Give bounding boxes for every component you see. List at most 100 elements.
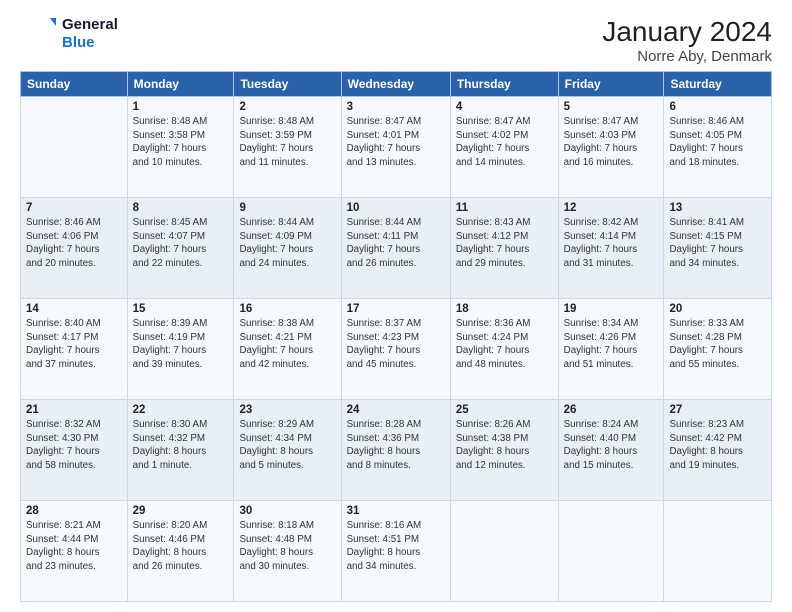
day-info: Sunrise: 8:28 AMSunset: 4:36 PMDaylight:… bbox=[347, 418, 445, 473]
calendar-cell: 2Sunrise: 8:48 AMSunset: 3:59 PMDaylight… bbox=[234, 97, 341, 198]
day-number: 3 bbox=[347, 101, 445, 113]
day-info: Sunrise: 8:26 AMSunset: 4:38 PMDaylight:… bbox=[456, 418, 553, 473]
calendar-cell: 7 Sunrise: 8:46 AMSunset: 4:06 PMDaylight… bbox=[21, 198, 128, 299]
weekday-header: Sunday bbox=[21, 72, 128, 97]
day-info: Sunrise: 8:46 AMSunset: 4:06 PMDaylight:… bbox=[26, 216, 122, 271]
weekday-header: Wednesday bbox=[341, 72, 450, 97]
calendar-cell bbox=[558, 501, 664, 602]
day-number: 1 bbox=[133, 101, 229, 113]
day-info: Sunrise: 8:46 AMSunset: 4:05 PMDaylight:… bbox=[669, 115, 766, 170]
calendar-cell: 24 Sunrise: 8:28 AMSunset: 4:36 PMDayligh… bbox=[341, 400, 450, 501]
weekday-header: Saturday bbox=[664, 72, 772, 97]
day-info: Sunrise: 8:47 AMSunset: 4:02 PMDaylight:… bbox=[456, 115, 553, 170]
day-info: Sunrise: 8:20 AMSunset: 4:46 PMDaylight:… bbox=[133, 519, 229, 574]
weekday-header: Tuesday bbox=[234, 72, 341, 97]
day-info: Sunrise: 8:44 AMSunset: 4:09 PMDaylight:… bbox=[239, 216, 335, 271]
calendar-cell: 19 Sunrise: 8:34 AMSunset: 4:26 PMDayligh… bbox=[558, 299, 664, 400]
calendar-week-row: 21 Sunrise: 8:32 AMSunset: 4:30 PMDayligh… bbox=[21, 400, 772, 501]
day-number: 26 bbox=[564, 404, 659, 416]
calendar-cell: 26Sunrise: 8:24 AMSunset: 4:40 PMDayligh… bbox=[558, 400, 664, 501]
logo-general: General bbox=[62, 16, 118, 34]
calendar-week-row: 28 Sunrise: 8:21 AMSunset: 4:44 PMDayligh… bbox=[21, 501, 772, 602]
calendar-cell: 8 Sunrise: 8:45 AMSunset: 4:07 PMDaylight… bbox=[127, 198, 234, 299]
calendar-cell: 9 Sunrise: 8:44 AMSunset: 4:09 PMDaylight… bbox=[234, 198, 341, 299]
calendar-cell: 23 Sunrise: 8:29 AMSunset: 4:34 PMDayligh… bbox=[234, 400, 341, 501]
calendar-cell: 29 Sunrise: 8:20 AMSunset: 4:46 PMDayligh… bbox=[127, 501, 234, 602]
calendar-cell bbox=[664, 501, 772, 602]
day-number: 18 bbox=[456, 303, 553, 315]
calendar-cell: 17Sunrise: 8:37 AMSunset: 4:23 PMDayligh… bbox=[341, 299, 450, 400]
calendar-cell: 4 Sunrise: 8:47 AMSunset: 4:02 PMDaylight… bbox=[450, 97, 558, 198]
day-info: Sunrise: 8:47 AMSunset: 4:01 PMDaylight:… bbox=[347, 115, 445, 170]
day-info: Sunrise: 8:41 AMSunset: 4:15 PMDaylight:… bbox=[669, 216, 766, 271]
page: General Blue January 2024 Norre Aby, Den… bbox=[0, 0, 792, 612]
logo: General Blue bbox=[20, 16, 118, 52]
calendar-cell: 14 Sunrise: 8:40 AMSunset: 4:17 PMDayligh… bbox=[21, 299, 128, 400]
day-number: 14 bbox=[26, 303, 122, 315]
day-info: Sunrise: 8:43 AMSunset: 4:12 PMDaylight:… bbox=[456, 216, 553, 271]
calendar-cell: 12Sunrise: 8:42 AMSunset: 4:14 PMDayligh… bbox=[558, 198, 664, 299]
day-number: 21 bbox=[26, 404, 122, 416]
day-info: Sunrise: 8:40 AMSunset: 4:17 PMDaylight:… bbox=[26, 317, 122, 372]
calendar-cell: 28 Sunrise: 8:21 AMSunset: 4:44 PMDayligh… bbox=[21, 501, 128, 602]
calendar-cell: 27 Sunrise: 8:23 AMSunset: 4:42 PMDayligh… bbox=[664, 400, 772, 501]
day-number: 27 bbox=[669, 404, 766, 416]
day-number: 20 bbox=[669, 303, 766, 315]
day-number: 2 bbox=[239, 101, 335, 113]
day-number: 25 bbox=[456, 404, 553, 416]
calendar-cell: 21 Sunrise: 8:32 AMSunset: 4:30 PMDayligh… bbox=[21, 400, 128, 501]
calendar-header-row: SundayMondayTuesdayWednesdayThursdayFrid… bbox=[21, 72, 772, 97]
logo-blue: Blue bbox=[62, 34, 118, 52]
calendar-cell: 22Sunrise: 8:30 AMSunset: 4:32 PMDayligh… bbox=[127, 400, 234, 501]
day-info: Sunrise: 8:34 AMSunset: 4:26 PMDaylight:… bbox=[564, 317, 659, 372]
day-number: 16 bbox=[239, 303, 335, 315]
day-info: Sunrise: 8:33 AMSunset: 4:28 PMDaylight:… bbox=[669, 317, 766, 372]
calendar-week-row: 1Sunrise: 8:48 AMSunset: 3:58 PMDaylight… bbox=[21, 97, 772, 198]
day-number: 15 bbox=[133, 303, 229, 315]
day-number: 10 bbox=[347, 202, 445, 214]
day-number: 29 bbox=[133, 505, 229, 517]
day-info: Sunrise: 8:44 AMSunset: 4:11 PMDaylight:… bbox=[347, 216, 445, 271]
day-info: Sunrise: 8:30 AMSunset: 4:32 PMDaylight:… bbox=[133, 418, 229, 473]
day-number: 6 bbox=[669, 101, 766, 113]
calendar-cell: 11Sunrise: 8:43 AMSunset: 4:12 PMDayligh… bbox=[450, 198, 558, 299]
calendar-cell bbox=[21, 97, 128, 198]
calendar-subtitle: Norre Aby, Denmark bbox=[602, 48, 772, 65]
calendar-week-row: 14 Sunrise: 8:40 AMSunset: 4:17 PMDayligh… bbox=[21, 299, 772, 400]
day-info: Sunrise: 8:42 AMSunset: 4:14 PMDaylight:… bbox=[564, 216, 659, 271]
calendar-cell: 5Sunrise: 8:47 AMSunset: 4:03 PMDaylight… bbox=[558, 97, 664, 198]
day-info: Sunrise: 8:38 AMSunset: 4:21 PMDaylight:… bbox=[239, 317, 335, 372]
day-number: 19 bbox=[564, 303, 659, 315]
day-info: Sunrise: 8:39 AMSunset: 4:19 PMDaylight:… bbox=[133, 317, 229, 372]
day-number: 23 bbox=[239, 404, 335, 416]
day-info: Sunrise: 8:32 AMSunset: 4:30 PMDaylight:… bbox=[26, 418, 122, 473]
day-info: Sunrise: 8:36 AMSunset: 4:24 PMDaylight:… bbox=[456, 317, 553, 372]
weekday-header: Monday bbox=[127, 72, 234, 97]
day-info: Sunrise: 8:23 AMSunset: 4:42 PMDaylight:… bbox=[669, 418, 766, 473]
calendar-cell: 13 Sunrise: 8:41 AMSunset: 4:15 PMDayligh… bbox=[664, 198, 772, 299]
calendar-cell: 10 Sunrise: 8:44 AMSunset: 4:11 PMDayligh… bbox=[341, 198, 450, 299]
day-number: 4 bbox=[456, 101, 553, 113]
calendar-week-row: 7 Sunrise: 8:46 AMSunset: 4:06 PMDaylight… bbox=[21, 198, 772, 299]
weekday-header: Friday bbox=[558, 72, 664, 97]
calendar-cell: 16 Sunrise: 8:38 AMSunset: 4:21 PMDayligh… bbox=[234, 299, 341, 400]
calendar-cell: 30Sunrise: 8:18 AMSunset: 4:48 PMDayligh… bbox=[234, 501, 341, 602]
day-info: Sunrise: 8:21 AMSunset: 4:44 PMDaylight:… bbox=[26, 519, 122, 574]
day-number: 7 bbox=[26, 202, 122, 214]
day-number: 13 bbox=[669, 202, 766, 214]
calendar-cell: 18 Sunrise: 8:36 AMSunset: 4:24 PMDayligh… bbox=[450, 299, 558, 400]
day-number: 17 bbox=[347, 303, 445, 315]
day-info: Sunrise: 8:29 AMSunset: 4:34 PMDaylight:… bbox=[239, 418, 335, 473]
day-info: Sunrise: 8:45 AMSunset: 4:07 PMDaylight:… bbox=[133, 216, 229, 271]
day-number: 9 bbox=[239, 202, 335, 214]
calendar-cell: 6 Sunrise: 8:46 AMSunset: 4:05 PMDaylight… bbox=[664, 97, 772, 198]
day-number: 31 bbox=[347, 505, 445, 517]
day-number: 5 bbox=[564, 101, 659, 113]
calendar-cell: 31 Sunrise: 8:16 AMSunset: 4:51 PMDayligh… bbox=[341, 501, 450, 602]
day-number: 8 bbox=[133, 202, 229, 214]
calendar-table: SundayMondayTuesdayWednesdayThursdayFrid… bbox=[20, 71, 772, 602]
day-number: 24 bbox=[347, 404, 445, 416]
weekday-header: Thursday bbox=[450, 72, 558, 97]
day-info: Sunrise: 8:16 AMSunset: 4:51 PMDaylight:… bbox=[347, 519, 445, 574]
day-number: 28 bbox=[26, 505, 122, 517]
